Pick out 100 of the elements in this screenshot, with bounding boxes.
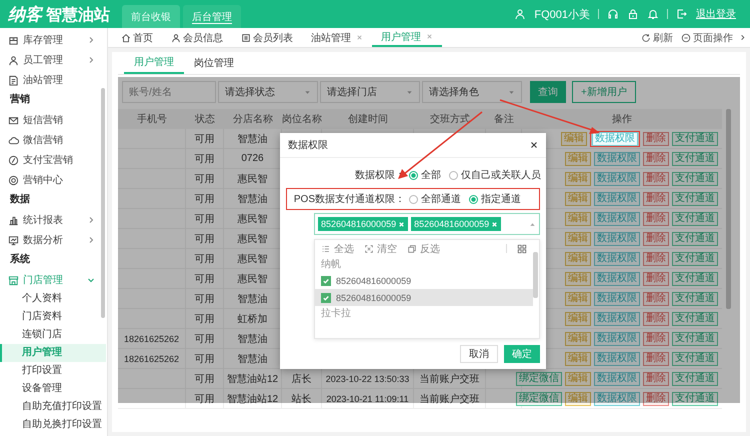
radio-option[interactable]: 仅自己或关联人员 (449, 168, 541, 182)
sidebar-subitem[interactable]: 个人资料 (0, 290, 106, 308)
cancel-button[interactable]: 取消 (460, 345, 498, 363)
radio-option[interactable]: 全部 (409, 168, 441, 182)
add-user-button[interactable]: +新增用户 (572, 81, 636, 103)
page-actions-button[interactable]: 页面操作 (681, 28, 746, 47)
page-tab[interactable]: 首页 (112, 28, 162, 47)
row-action-button[interactable]: 数据权限 (594, 292, 640, 306)
row-action-button[interactable]: 编辑 (565, 352, 591, 366)
sidebar-item[interactable]: 油站管理 (0, 70, 107, 90)
row-action-button[interactable]: 支付通道 (672, 132, 718, 146)
row-action-button[interactable]: 编辑 (565, 312, 591, 326)
headset-icon[interactable] (607, 8, 619, 20)
row-action-button[interactable]: 编辑 (565, 172, 591, 186)
toolbar-button[interactable]: 反选 (407, 242, 440, 256)
row-action-button[interactable]: 编辑 (565, 272, 591, 286)
row-action-button[interactable]: 数据权限 (594, 212, 640, 226)
sidebar-subitem[interactable]: 设备管理 (0, 380, 106, 398)
row-action-button[interactable]: 支付通道 (672, 292, 718, 306)
row-action-button[interactable]: 删除 (643, 292, 669, 306)
row-action-button[interactable]: 编辑 (565, 332, 591, 346)
radio-option[interactable]: 指定通道 (469, 192, 521, 206)
sidebar-item[interactable]: 数据分析 (0, 230, 107, 250)
row-action-button[interactable]: 编辑 (565, 232, 591, 246)
grid-icon[interactable] (517, 244, 527, 254)
search-button[interactable]: 查询 (530, 81, 566, 103)
select-field[interactable]: 请选择门店 (320, 81, 420, 103)
page-tab[interactable]: 用户管理 (372, 28, 442, 47)
scrollbar[interactable] (533, 252, 538, 298)
page-tab[interactable]: 油站管理 (302, 28, 372, 47)
row-action-button[interactable]: 删除 (643, 232, 669, 246)
row-action-button[interactable]: 数据权限 (594, 152, 640, 166)
page-tab[interactable]: 会员信息 (162, 28, 232, 47)
logout-link[interactable]: 退出登录 (696, 7, 736, 21)
multi-select-field[interactable]: 852604816000059 852604816000059 (314, 213, 540, 235)
sidebar-subitem[interactable]: 打印设置 (0, 362, 106, 380)
row-action-button[interactable]: 数据权限 (594, 332, 640, 346)
row-action-button[interactable]: 数据权限 (594, 352, 640, 366)
row-action-button[interactable]: 编辑 (565, 152, 591, 166)
row-action-button[interactable]: 编辑 (565, 212, 591, 226)
select-field[interactable]: 请选择角色 (422, 81, 522, 103)
row-action-button[interactable]: 支付通道 (672, 272, 718, 286)
row-action-button[interactable]: 删除 (643, 172, 669, 186)
row-action-button[interactable]: 数据权限 (594, 392, 640, 406)
row-action-button[interactable]: 数据权限 (594, 192, 640, 206)
row-action-button[interactable]: 删除 (643, 252, 669, 266)
sidebar-item[interactable]: 营销中心 (0, 170, 107, 190)
row-action-button[interactable]: 删除 (643, 392, 669, 406)
row-action-button[interactable]: 编辑 (565, 252, 591, 266)
sidebar-item[interactable]: 库存管理 (0, 30, 107, 50)
bell-icon[interactable] (647, 8, 659, 20)
row-action-button[interactable]: 删除 (643, 212, 669, 226)
row-action-button[interactable]: 支付通道 (672, 212, 718, 226)
row-action-button[interactable]: 数据权限 (592, 132, 638, 146)
row-action-button[interactable]: 支付通道 (672, 152, 718, 166)
row-action-button[interactable]: 支付通道 (672, 332, 718, 346)
row-action-button[interactable]: 数据权限 (594, 172, 640, 186)
scrollbar[interactable] (726, 109, 731, 309)
row-action-button[interactable]: 删除 (643, 272, 669, 286)
row-action-button[interactable]: 数据权限 (594, 232, 640, 246)
sidebar-item[interactable]: 员工管理 (0, 50, 107, 70)
nav-tab[interactable]: 后台管理 (183, 5, 241, 28)
row-action-button[interactable]: 删除 (643, 152, 669, 166)
row-action-button[interactable]: 绑定微信 (516, 392, 562, 406)
close-icon[interactable] (530, 141, 538, 149)
row-action-button[interactable]: 数据权限 (594, 372, 640, 386)
row-action-button[interactable]: 支付通道 (672, 172, 718, 186)
sidebar-item[interactable]: 支付宝营销 (0, 150, 107, 170)
sidebar-subitem[interactable]: 门店资料 (0, 308, 106, 326)
option-item[interactable]: 852604816000059 (315, 272, 533, 289)
sub-tab[interactable]: 用户管理 (124, 52, 184, 74)
search-field[interactable]: 账号/姓名 (122, 81, 216, 103)
row-action-button[interactable]: 支付通道 (672, 252, 718, 266)
row-action-button[interactable]: 删除 (643, 312, 669, 326)
toolbar-button[interactable]: 清空 (364, 242, 397, 256)
option-item[interactable]: 852604816000059 (315, 289, 533, 306)
row-action-button[interactable]: 支付通道 (672, 232, 718, 246)
page-tab[interactable]: 会员列表 (232, 28, 302, 47)
row-action-button[interactable]: 删除 (643, 372, 669, 386)
select-field[interactable]: 请选择状态 (218, 81, 318, 103)
tag[interactable]: 852604816000059 (411, 217, 502, 231)
row-action-button[interactable]: 删除 (643, 332, 669, 346)
row-action-button[interactable]: 支付通道 (672, 192, 718, 206)
sidebar-item[interactable]: 门店管理 (0, 270, 107, 290)
confirm-button[interactable]: 确定 (504, 345, 540, 363)
row-action-button[interactable]: 数据权限 (594, 312, 640, 326)
sidebar-subitem[interactable]: 自助兑换打印设置 (0, 416, 106, 434)
sidebar-subitem[interactable]: 用户管理 (0, 344, 106, 362)
sub-tab[interactable]: 岗位管理 (184, 52, 244, 74)
row-action-button[interactable]: 编辑 (565, 292, 591, 306)
row-action-button[interactable]: 删除 (643, 132, 669, 146)
row-action-button[interactable]: 删除 (643, 352, 669, 366)
checkbox[interactable] (321, 292, 331, 302)
row-action-button[interactable]: 删除 (643, 192, 669, 206)
toolbar-button[interactable]: 全选 (321, 242, 354, 256)
row-action-button[interactable]: 支付通道 (672, 352, 718, 366)
tag[interactable]: 852604816000059 (318, 217, 408, 231)
row-action-button[interactable]: 支付通道 (672, 312, 718, 326)
sidebar-subitem[interactable]: 连锁门店 (0, 326, 106, 344)
sidebar-item[interactable]: 微信营销 (0, 130, 107, 150)
